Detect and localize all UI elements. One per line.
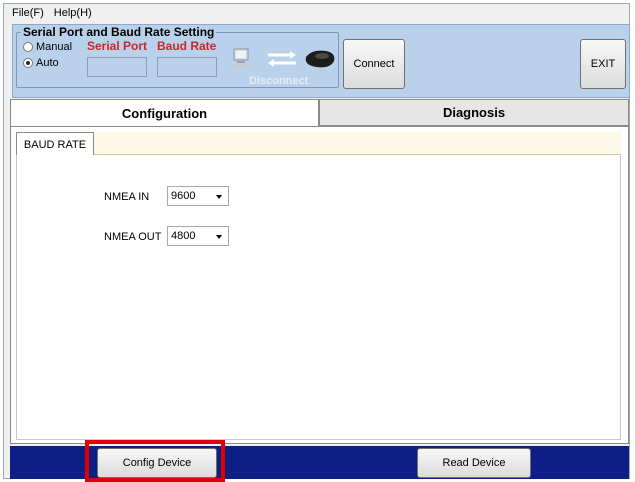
nmea-in-label: NMEA IN [104,191,150,203]
chevron-down-icon [216,195,222,199]
serial-port-group-title: Serial Port and Baud Rate Setting [21,25,217,39]
auto-radio[interactable] [23,58,33,68]
exit-button[interactable]: EXIT [580,39,626,89]
nmea-in-select[interactable]: 9600 [167,186,229,206]
menu-file[interactable]: File(F) [12,7,44,19]
tab-configuration[interactable]: Configuration [10,99,319,126]
subtab-strip: BAUD RATE [16,132,621,156]
baud-rate-field[interactable] [157,57,217,77]
arrows-icon [268,51,296,67]
tab-diagnosis[interactable]: Diagnosis [319,99,629,126]
baud-rate-label: Baud Rate [157,39,217,53]
serial-port-field[interactable] [87,57,147,77]
chevron-down-icon [216,235,222,239]
manual-radio-label: Manual [36,41,73,53]
mode-auto-option[interactable]: Auto [23,57,59,69]
configuration-panel: BAUD RATE NMEA IN 9600 NMEA OUT 4800 [10,126,629,444]
main-tabs: Configuration Diagnosis [10,99,629,127]
connection-status-icon [233,48,335,68]
auto-radio-label: Auto [36,57,59,69]
highlight-annotation [85,440,225,482]
subtab-baud-rate[interactable]: BAUD RATE [16,132,94,156]
read-device-button[interactable]: Read Device [417,448,531,478]
connection-status-text: Disconnect [249,75,309,87]
gps-device-icon [305,50,335,68]
connection-panel: Serial Port and Baud Rate Setting Manual… [12,24,630,98]
connect-button[interactable]: Connect [343,39,405,89]
nmea-out-value: 4800 [171,230,196,242]
serial-port-groupbox: Serial Port and Baud Rate Setting Manual… [16,25,339,88]
nmea-out-select[interactable]: 4800 [167,226,229,246]
computer-icon [233,48,249,67]
manual-radio[interactable] [23,42,33,52]
baud-rate-panel: NMEA IN 9600 NMEA OUT 4800 [16,155,621,440]
menu-help[interactable]: Help(H) [54,7,92,19]
mode-manual-option[interactable]: Manual [23,41,72,53]
nmea-out-label: NMEA OUT [104,231,162,243]
nmea-in-value: 9600 [171,190,196,202]
menu-bar: File(F) Help(H) [4,4,629,22]
serial-port-label: Serial Port [87,39,148,53]
